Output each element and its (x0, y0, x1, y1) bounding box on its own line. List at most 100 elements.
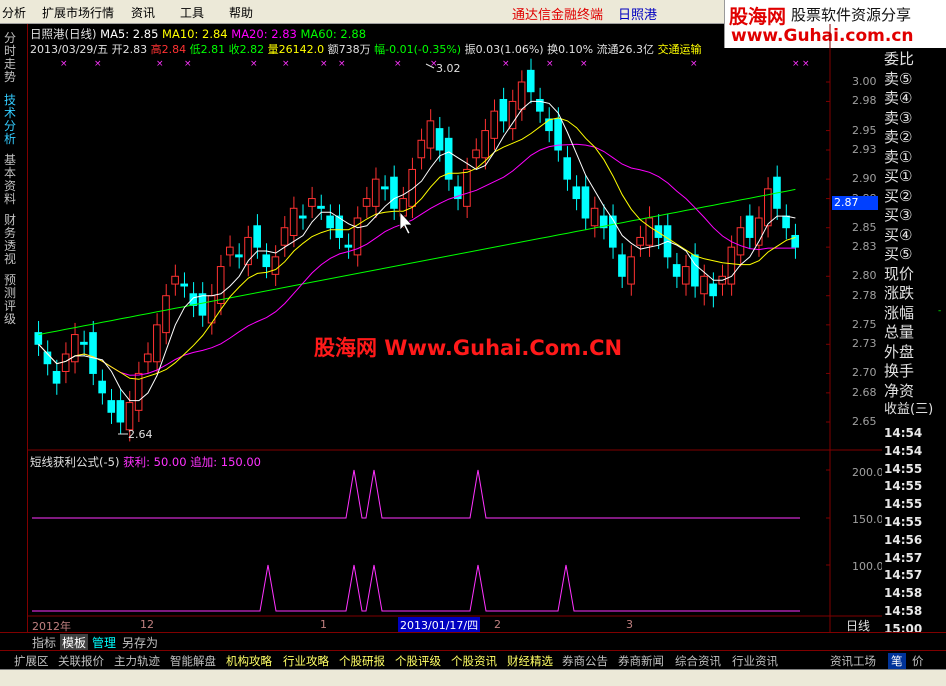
signal-mark: × (802, 59, 810, 69)
candle-body (98, 380, 106, 394)
tab-manage[interactable]: 管理 (92, 634, 116, 651)
candle-body (563, 157, 572, 180)
tick-time: 14:58 (884, 586, 923, 601)
info-bar-item[interactable]: 个股研报 (339, 653, 385, 669)
date-axis-feb: 2 (494, 618, 501, 631)
signal-mark: × (320, 59, 328, 69)
tab-template[interactable]: 模板 (60, 634, 89, 651)
signal-marks: × × × × × × × × × × × × × × × × (60, 59, 810, 69)
candle-body (153, 324, 161, 363)
candle-body (61, 353, 70, 372)
candle-body (143, 353, 152, 363)
candle-body (298, 215, 307, 219)
candle-body (672, 264, 681, 277)
candle-body (253, 225, 261, 248)
info-bar-item[interactable]: 行业资讯 (732, 653, 778, 669)
info-bar-item[interactable]: 个股评级 (395, 653, 441, 669)
indicator-value-1: 获利: 50.00 (123, 455, 187, 469)
date-axis-jan: 1 (320, 618, 327, 631)
tab-save-as[interactable]: 另存为 (122, 634, 158, 651)
candle-body (417, 139, 426, 159)
side-indicator: - (938, 306, 942, 316)
info-bar-item[interactable]: 笔 (888, 653, 906, 669)
info-bar-item[interactable]: 主力轨迹 (114, 653, 160, 669)
info-bar-item[interactable]: 资讯工场 (830, 653, 876, 669)
signal-mark: × (184, 59, 192, 69)
candle-body (262, 254, 271, 268)
candle-body (691, 254, 699, 287)
kline-chart[interactable]: × × × × × × × × × × × × × × × × 3.02 2.64 (0, 0, 882, 632)
date-axis-dec: 12 (140, 618, 154, 631)
candle-body (216, 266, 225, 304)
signal-mark: × (338, 59, 346, 69)
candle-body (226, 246, 234, 256)
candle-body (426, 120, 435, 149)
candle-body (371, 178, 380, 207)
signal-mark: × (394, 59, 402, 69)
quote-panel: 委比 卖⑤ 卖④ 卖③ 卖② 卖① 买① 买② 买③ 买④ 买⑤ 现价 涨跌 涨幅 总量 外盘 换手 净资 收益(三… (882, 48, 946, 652)
tick-time: 14:55 (884, 479, 923, 494)
candle-body (727, 246, 736, 285)
candle-body (499, 98, 508, 122)
quote-panel-label: 净资 (884, 381, 915, 400)
candle-body (654, 225, 663, 238)
info-bar-item[interactable]: 券商新闻 (618, 653, 664, 669)
candle-body (700, 275, 708, 295)
high-annotation: 3.02 (436, 62, 461, 75)
candle-body (326, 215, 334, 229)
quote-panel-label: 买④ (884, 225, 913, 244)
signal-mark: × (690, 59, 698, 69)
quote-panel-label: 卖② (884, 128, 913, 146)
price-axis-label: 3.00 (852, 75, 877, 88)
price-axis-label: 2.93 (852, 143, 877, 156)
quote-panel-label: 卖④ (884, 89, 913, 107)
candle-body (89, 332, 97, 374)
info-bar-item[interactable]: 财经精选 (507, 653, 553, 669)
candle-body (736, 227, 745, 256)
ma60-line (38, 188, 796, 336)
info-bar-item[interactable]: 机构攻略 (226, 653, 272, 669)
low-annotation: 2.64 (128, 428, 153, 441)
info-bar-item[interactable]: 扩展区 (14, 653, 49, 669)
info-bar-item[interactable]: 个股资讯 (451, 653, 497, 669)
info-bar-item[interactable]: 综合资讯 (675, 653, 721, 669)
quote-panel-label: 买① (884, 167, 913, 185)
signal-mark: × (250, 59, 258, 69)
price-axis-label: 2.68 (852, 385, 877, 399)
candle-body (517, 81, 526, 110)
info-bar-item[interactable]: 价 (912, 653, 924, 669)
candle-body (581, 186, 590, 219)
tick-time: 14:55 (884, 497, 923, 512)
candle-body (463, 168, 471, 207)
candle-body (180, 283, 189, 287)
quote-panel-label: 涨跌 (884, 284, 915, 302)
candle-body (508, 100, 517, 130)
indicator-value-2: 追加: 150.00 (190, 455, 261, 469)
tick-time: 14:58 (884, 604, 923, 618)
indicator-title[interactable]: 短线获利公式(-5) (30, 455, 119, 469)
candle-body (125, 402, 134, 431)
candle-body (235, 254, 243, 258)
info-bar-item[interactable]: 行业攻略 (283, 653, 329, 669)
candle-body (362, 198, 371, 207)
price-axis-label: 2.95 (852, 123, 877, 137)
price-axis-label: 2.80 (852, 269, 877, 283)
indicator-axis-200: 200.0 (852, 466, 884, 479)
status-bar (0, 669, 946, 686)
price-axis-label: 2.85 (852, 220, 877, 234)
info-bar-item[interactable]: 券商公告 (562, 653, 608, 669)
price-axis-label: 2.73 (852, 337, 877, 351)
info-bar-item[interactable]: 智能解盘 (170, 653, 216, 669)
candle-body (490, 110, 499, 139)
price-axis-label: 2.70 (852, 366, 877, 380)
signal-mark: × (282, 59, 290, 69)
signal-mark: × (502, 59, 510, 69)
candle-body (308, 198, 316, 207)
price-axis-label: 2.75 (852, 317, 877, 331)
candle-body (289, 207, 298, 236)
info-bar-item[interactable]: 关联报价 (58, 653, 104, 669)
candle-body (435, 128, 444, 151)
signal-mark: × (792, 59, 800, 69)
candle-body (627, 256, 635, 285)
tab-indicator[interactable]: 指标 (32, 634, 56, 651)
